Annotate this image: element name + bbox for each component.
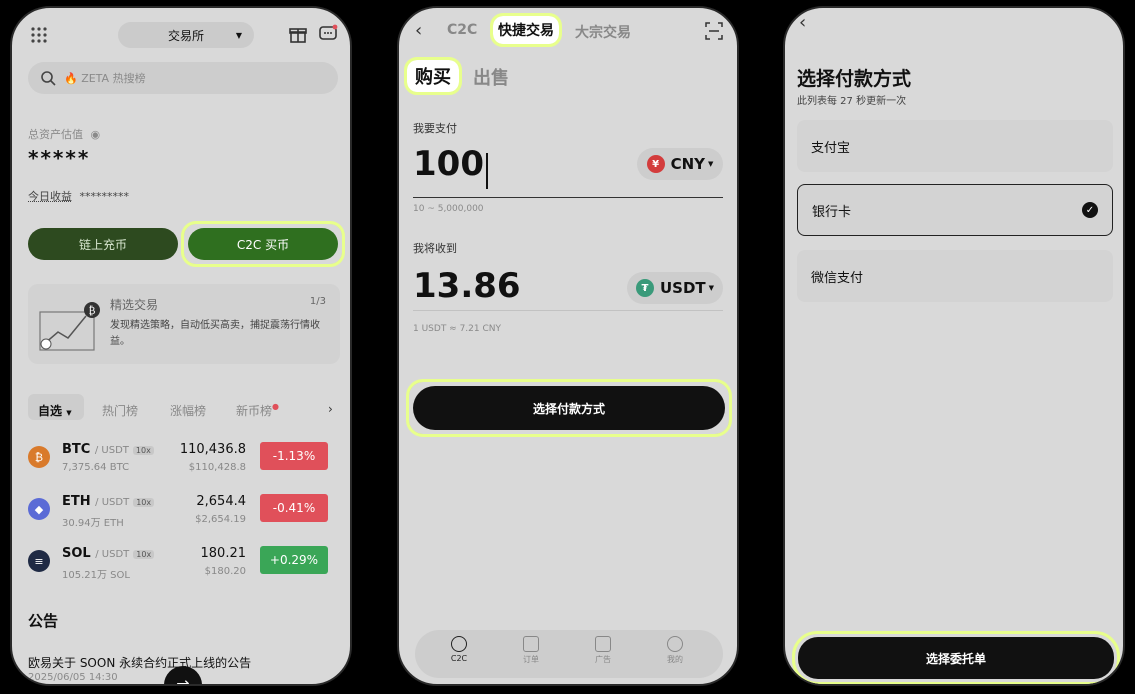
pay-currency-selector[interactable]: ¥ CNY ▼ [637,148,723,180]
chevron-down-icon: ▼ [708,284,715,292]
phone-payment-method: ‹ 选择付款方式 此列表每 27 秒更新一次 支付宝 银行卡 ✓ 微信支付 选择… [783,6,1125,686]
banner-page: 1/3 [309,296,326,307]
total-assets-label: 总资产估值 ◉ [28,128,101,141]
c2c-buy-highlight: C2C 买币 [181,221,345,267]
search-icon [41,71,56,86]
orders-icon [523,636,539,652]
payment-option-bank-card[interactable]: 银行卡 ✓ [797,184,1113,236]
pay-input[interactable]: 100 ¥ CNY ▼ [413,144,723,198]
coin-row-btc[interactable]: ₿ BTC / USDT 10x 7,375.64 BTC 110,436.8 $… [28,440,340,484]
notice-date: 2025/06/05 14:30 [28,672,118,683]
nav-c2c[interactable]: C2C [439,636,479,663]
sol-icon: ≡ [28,550,50,572]
message-icon[interactable] [318,24,338,44]
tab-hot[interactable]: 热门榜 [102,402,138,419]
stage: 交易所 ▼ 🔥 ZETA 热搜榜 总资产估值 ◉ ***** 今日收益 ****… [0,0,1135,694]
usdt-icon: ₮ [635,279,654,297]
tab-sell[interactable]: 出售 [473,64,509,90]
notice-title: 公告 [28,612,59,630]
payment-option-wechat[interactable]: 微信支付 [797,250,1113,302]
text-cursor [485,152,488,189]
tab-new[interactable]: 新币榜● [236,402,279,419]
notice-item[interactable]: 欧易关于 SOON 永续合约正式上线的公告 [28,654,251,671]
search-bar[interactable]: 🔥 ZETA 热搜榜 [28,62,338,94]
coin-row-sol[interactable]: ≡ SOL / USDT 10x 105.21万 SOL 180.21 $180.… [28,544,340,588]
coin-change[interactable]: -1.13% [260,442,328,470]
eye-icon[interactable]: ◉ [91,128,101,141]
tab-buy[interactable]: 购买 [404,57,462,95]
receive-label: 我将收到 [413,242,457,255]
coin-name: SOL / USDT 10x [62,546,155,561]
coin-price: 110,436.8 [179,442,246,457]
select-payment-button[interactable]: 选择付款方式 [413,386,725,430]
gift-icon[interactable] [288,24,308,44]
banner-text: 发现精选策略，自动低买高卖，捕捉震荡行情收益。 [110,320,320,347]
eth-icon: ◆ [28,498,50,520]
nav-orders[interactable]: 订单 [511,636,551,665]
chart-illustration-icon: ₿ [39,302,100,351]
select-order-highlight: 选择委托单 [792,631,1120,684]
promo-banner[interactable]: ₿ 精选交易 1/3 发现精选策略，自动低买高卖，捕捉震荡行情收益。 [28,284,340,364]
coin-fiat: $110,428.8 [188,462,246,473]
receive-amount: 13.86 [413,266,521,306]
exchange-label: 交易所 [167,28,204,43]
tab-c2c[interactable]: C2C [447,22,477,38]
c2c-buy-button[interactable]: C2C 买币 [188,228,338,260]
pay-label: 我要支付 [413,122,457,135]
exchange-rate: 1 USDT ≈ 7.21 CNY [413,324,501,334]
scan-icon[interactable] [705,22,723,44]
coin-change[interactable]: -0.41% [260,494,328,522]
payment-option-alipay[interactable]: 支付宝 [797,120,1113,172]
profile-icon [667,636,683,652]
coin-row-eth[interactable]: ◆ ETH / USDT 10x 30.94万 ETH 2,654.4 $2,65… [28,492,340,536]
chevron-right-icon[interactable]: › [328,402,333,416]
nav-ads[interactable]: 广告 [583,636,623,665]
check-icon: ✓ [1082,202,1098,218]
pay-amount: 100 [413,144,484,184]
tab-quick-trade[interactable]: 快捷交易 [490,13,562,47]
back-icon[interactable]: ‹ [799,12,806,33]
users-icon [451,636,467,652]
tab-watchlist[interactable]: 自选 ▼ [38,402,72,419]
nav-profile[interactable]: 我的 [655,636,695,665]
coin-volume: 7,375.64 BTC [62,462,130,473]
coin-name: BTC / USDT 10x [62,442,154,457]
coin-price: 2,654.4 [196,494,246,509]
chevron-down-icon: ▼ [66,409,72,417]
coin-volume: 105.21万 SOL [62,570,130,581]
tab-gainers[interactable]: 涨幅榜 [170,402,206,419]
chevron-down-icon: ▼ [235,30,242,40]
select-payment-highlight: 选择付款方式 [406,379,732,437]
page-title: 选择付款方式 [797,68,912,90]
select-order-button[interactable]: 选择委托单 [798,637,1114,679]
page-subtitle: 此列表每 27 秒更新一次 [797,96,907,107]
back-icon[interactable]: ‹ [415,20,422,41]
tab-bulk-trade[interactable]: 大宗交易 [575,22,631,42]
ads-icon [595,636,611,652]
phone-home: 交易所 ▼ 🔥 ZETA 热搜榜 总资产估值 ◉ ***** 今日收益 ****… [10,6,352,686]
total-assets-value: ***** [28,146,91,170]
phone-quick-trade: ‹ C2C 快捷交易 大宗交易 购买 出售 我要支付 100 ¥ CNY ▼ 1… [397,6,739,686]
bottom-nav: C2C 订单 广告 我的 [415,630,723,678]
coin-volume: 30.94万 ETH [62,518,124,529]
receive-currency-selector[interactable]: ₮ USDT ▼ [627,272,723,304]
cny-icon: ¥ [646,155,665,173]
coin-price: 180.21 [200,546,247,561]
coin-name: ETH / USDT 10x [62,494,155,509]
banner-title: 精选交易 [110,298,159,312]
today-earnings: 今日收益 ********* [28,190,129,203]
coin-fiat: $180.20 [204,566,246,577]
coin-fiat: $2,654.19 [195,514,246,525]
receive-divider [413,310,723,311]
exchange-selector[interactable]: 交易所 ▼ [118,22,254,48]
onchain-deposit-button[interactable]: 链上充币 [28,228,178,260]
apps-grid-icon[interactable] [30,26,48,44]
chevron-down-icon: ▼ [708,160,714,168]
new-dot: ● [272,402,279,411]
btc-icon: ₿ [28,446,50,468]
svg-text:₿: ₿ [89,305,96,317]
pay-range: 10 ~ 5,000,000 [413,204,484,214]
coin-change[interactable]: +0.29% [260,546,328,574]
search-placeholder: 🔥 ZETA 热搜榜 [64,72,146,85]
